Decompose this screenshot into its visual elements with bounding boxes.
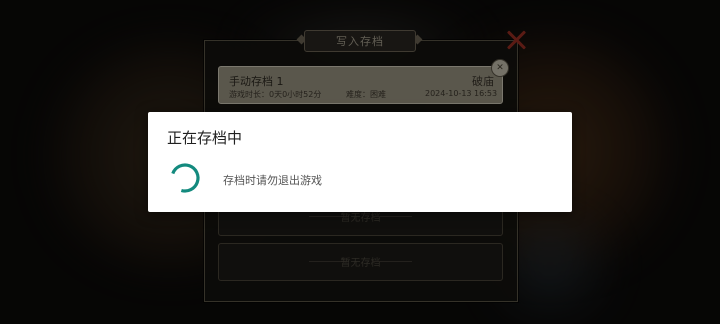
saving-modal: 正在存档中 存档时请勿退出游戏 bbox=[148, 112, 572, 212]
modal-title: 正在存档中 bbox=[167, 129, 243, 147]
loading-spinner-icon bbox=[170, 163, 200, 193]
modal-message: 存档时请勿退出游戏 bbox=[223, 174, 322, 187]
